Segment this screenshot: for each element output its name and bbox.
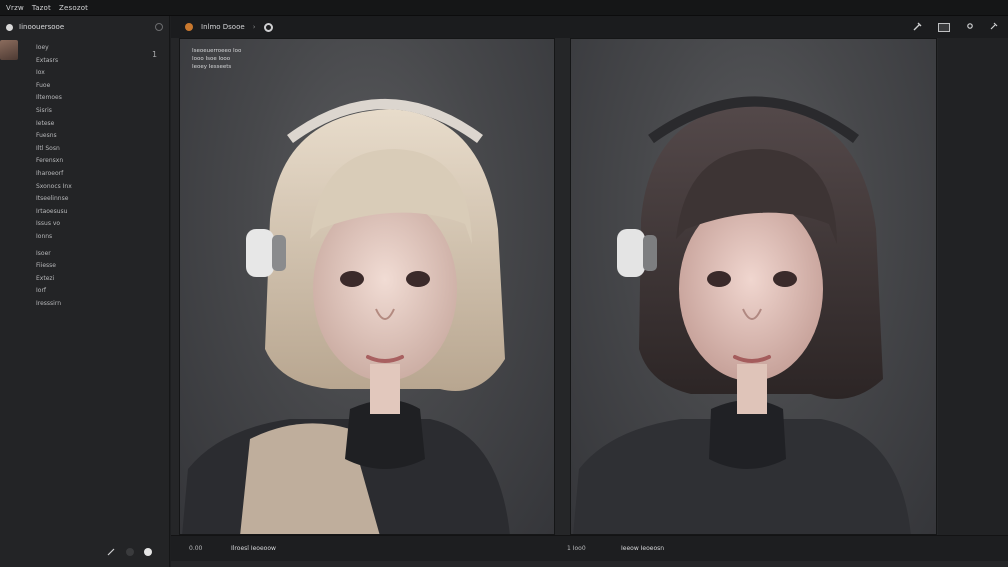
sidebar-item[interactable]: Iltemoes — [36, 92, 72, 105]
gear-small-icon[interactable] — [966, 22, 974, 32]
sidebar-item[interactable]: Iresssirn — [36, 298, 72, 311]
sidebar-item[interactable]: Iharoeorf — [36, 168, 72, 181]
status-right-value: 1 Ioo0 — [567, 545, 586, 552]
status-bar: 0.00 Ilroesl Ieoeoow 1 Ioo0 Ieeow Ieoeos… — [171, 535, 1008, 561]
light-mode-icon[interactable] — [144, 548, 152, 556]
sidebar-item[interactable]: Ioey — [36, 42, 72, 55]
pin-icon[interactable] — [990, 22, 998, 32]
edit-icon[interactable] — [106, 547, 116, 557]
chevron-right-icon[interactable]: › — [253, 23, 256, 31]
canvas-area: Iseoeuerroeeo Ioo Iooo Isoe Iooo Ieoey I… — [171, 38, 1008, 567]
window-icon[interactable] — [938, 22, 950, 32]
globe-icon[interactable] — [263, 22, 273, 32]
sidebar-item[interactable]: Fiiesse — [36, 260, 72, 273]
wrench-icon[interactable] — [913, 22, 922, 33]
sidebar-item[interactable]: Ferensxn — [36, 155, 72, 168]
avatar[interactable] — [0, 40, 18, 60]
menu-item-2[interactable]: Tazot — [32, 4, 51, 12]
sidebar-item[interactable]: Iorf — [36, 285, 72, 298]
sidebar-item[interactable]: Isoer — [36, 248, 72, 261]
sidebar-item[interactable]: Sxonocs Inx — [36, 181, 72, 194]
status-left-label: Ilroesl Ieoeoow — [231, 545, 276, 552]
image-panel-left[interactable]: Iseoeuerroeeo Ioo Iooo Isoe Iooo Ieoey I… — [179, 38, 555, 535]
sidebar-title: Iinoouersooe — [19, 23, 65, 31]
item-count: 1 — [152, 50, 158, 59]
menu-item-3[interactable]: Zesozot — [59, 4, 88, 12]
sidebar-item[interactable]: Ietese — [36, 118, 72, 131]
sidebar-header: Iinoouersooe — [0, 16, 169, 38]
status-right-label: Ieeow Ieoeosn — [621, 545, 665, 552]
sidebar: Iinoouersooe 1 Ioey Extasrs Iox Fuoe Ilt… — [0, 16, 170, 567]
sidebar-item[interactable]: Issus vo — [36, 218, 72, 231]
image-panel-right[interactable] — [570, 38, 937, 535]
sidebar-item[interactable]: Extezi — [36, 273, 72, 286]
right-margin — [938, 38, 1008, 535]
settings-icon[interactable] — [155, 23, 163, 31]
status-left-value: 0.00 — [189, 545, 203, 552]
document-title[interactable]: Inlmo Dsooe — [201, 23, 245, 31]
sidebar-item[interactable]: Fuoe — [36, 80, 72, 93]
app-icon — [185, 23, 193, 31]
portrait-blonde-image — [182, 99, 510, 534]
dark-mode-icon[interactable] — [126, 548, 134, 556]
menu-item-1[interactable]: Vrzw — [6, 4, 24, 12]
toolbar: Inlmo Dsooe › — [171, 16, 1008, 38]
portrait-dark-hair-image — [573, 96, 911, 534]
status-dot-icon — [6, 23, 13, 31]
sidebar-item[interactable]: Fuesns — [36, 130, 72, 143]
sidebar-item[interactable]: Iltl Sosn — [36, 143, 72, 156]
sidebar-item[interactable]: Irtaoesusu — [36, 206, 72, 219]
sidebar-list: Ioey Extasrs Iox Fuoe Iltemoes Sisris Ie… — [36, 42, 72, 310]
sidebar-item[interactable]: Ionns — [36, 231, 72, 244]
toolbar-right — [913, 22, 1000, 33]
sidebar-footer — [106, 547, 152, 557]
sidebar-item[interactable]: Sisris — [36, 105, 72, 118]
menu-bar: Vrzw Tazot Zesozot — [0, 0, 1008, 16]
sidebar-item[interactable]: Iox — [36, 67, 72, 80]
sidebar-item[interactable]: Extasrs — [36, 55, 72, 68]
sidebar-item[interactable]: Itseelinnse — [36, 193, 72, 206]
